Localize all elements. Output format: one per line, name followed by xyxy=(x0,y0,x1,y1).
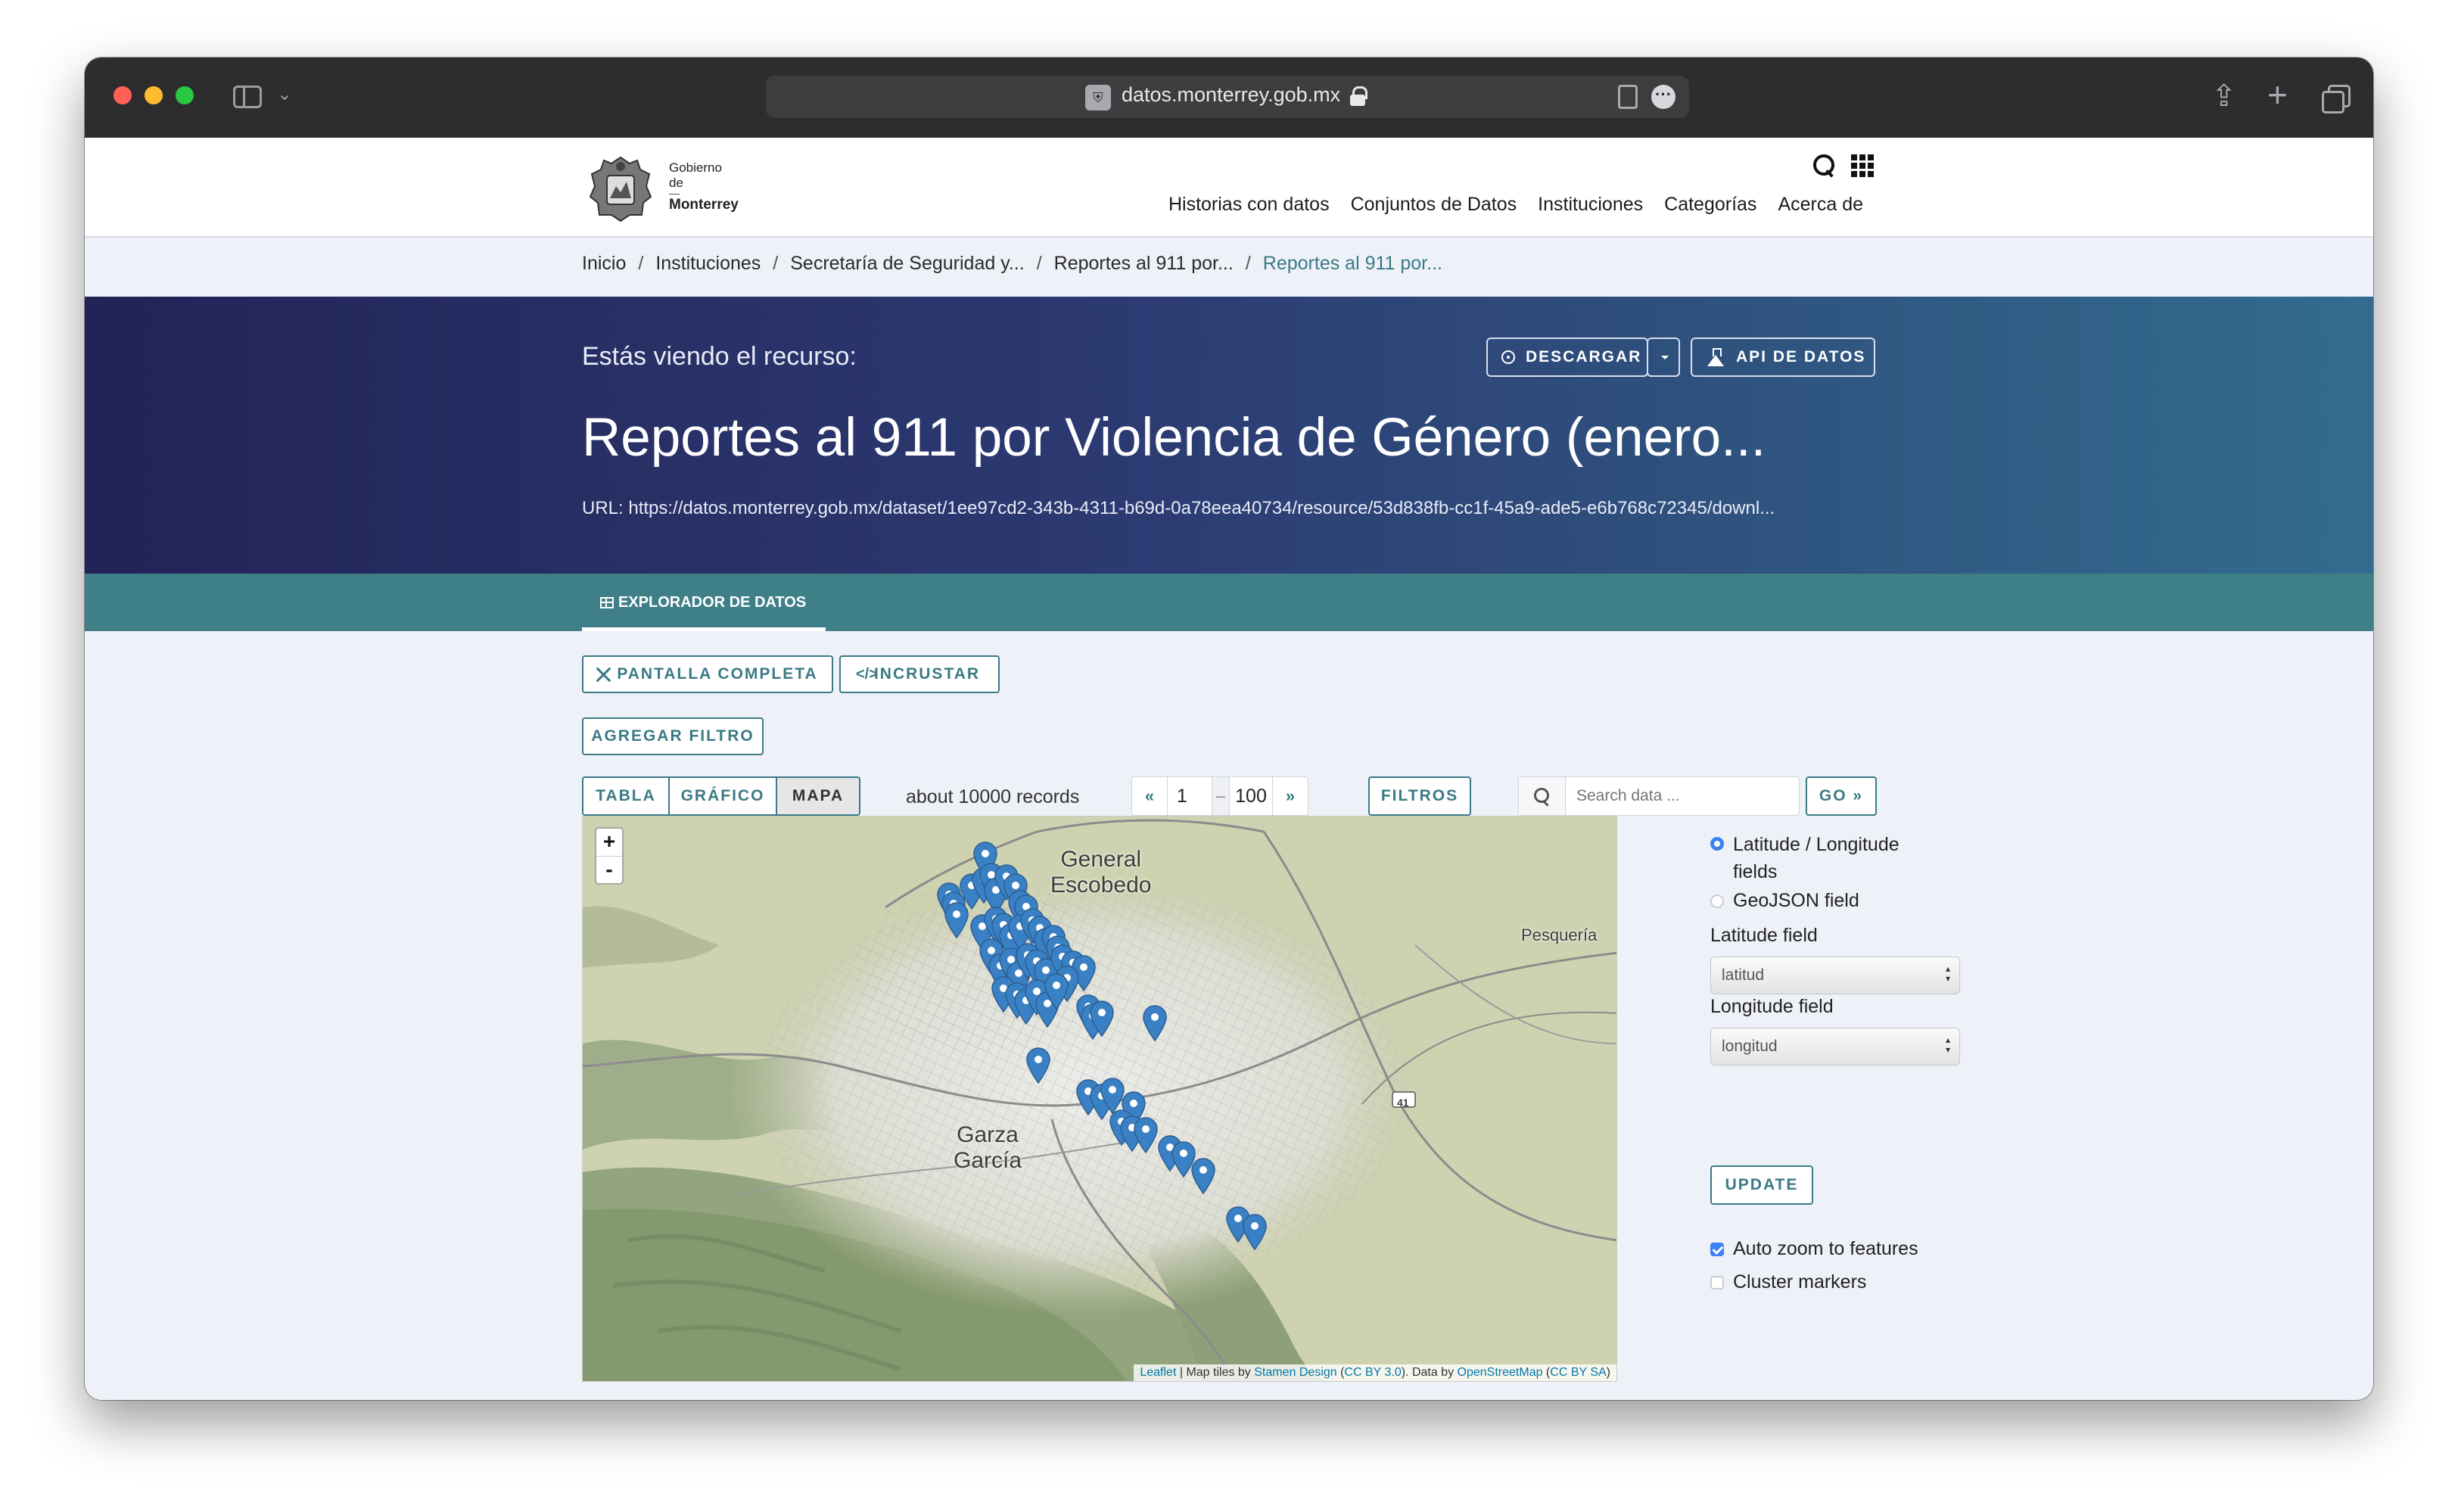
map-marker-icon[interactable] xyxy=(1190,1157,1217,1195)
nav-instituciones[interactable]: Instituciones xyxy=(1538,194,1643,216)
cc-by-sa-link[interactable]: CC BY SA xyxy=(1550,1366,1606,1379)
radio-latlon-fields[interactable] xyxy=(1710,837,1724,851)
osm-link[interactable]: OpenStreetMap xyxy=(1458,1366,1543,1379)
add-filter-button[interactable]: AGREGAR FILTRO xyxy=(582,717,764,755)
nav-conjuntos[interactable]: Conjuntos de Datos xyxy=(1351,194,1517,216)
pager: « 1 – 100 » xyxy=(1131,776,1308,816)
resource-url[interactable]: URL: https://datos.monterrey.gob.mx/data… xyxy=(582,498,1775,519)
map-marker-icon[interactable] xyxy=(1043,972,1070,1010)
view-table-button[interactable]: TABLA xyxy=(582,776,670,816)
embed-button[interactable]: </> INCRUSTAR xyxy=(839,655,1000,693)
radio-geojson-field[interactable] xyxy=(1710,894,1724,908)
new-tab-icon[interactable]: + xyxy=(2267,74,2288,115)
update-button[interactable]: UPDATE xyxy=(1710,1165,1813,1205)
nav-historias[interactable]: Historias con datos xyxy=(1168,194,1330,216)
data-search xyxy=(1518,776,1800,816)
close-window-button[interactable] xyxy=(114,86,132,104)
resource-tabbar: EXPLORADOR DE DATOS xyxy=(85,574,2373,631)
zoom-window-button[interactable] xyxy=(176,86,194,104)
pager-to-input[interactable]: 100 xyxy=(1229,777,1273,815)
download-dropdown-toggle[interactable] xyxy=(1647,338,1680,377)
expand-icon xyxy=(596,667,611,682)
sidebar-toggle-icon[interactable] xyxy=(233,86,262,108)
filters-toggle-button[interactable]: FILTROS xyxy=(1368,776,1471,816)
browser-toolbar: ⌄ ⛨ datos.monterrey.gob.mx ··· ⇪ + xyxy=(85,58,2373,138)
latitude-field-select[interactable]: latitud xyxy=(1710,957,1960,994)
coat-of-arms-logo[interactable] xyxy=(584,153,657,224)
page-title: Reportes al 911 por Violencia de Género … xyxy=(582,408,1766,468)
site-logo-text[interactable]: Gobierno de Monterrey xyxy=(669,160,739,213)
cluster-markers-label[interactable]: Cluster markers xyxy=(1733,1271,1866,1293)
map-label-escobedo: General Escobedo xyxy=(1050,847,1152,898)
map-view[interactable]: General Escobedo Pesquería Garza García 41… xyxy=(582,816,1617,1382)
map-label-garza-garcia: Garza García xyxy=(954,1122,1022,1173)
site-favicon-icon: ⛨ xyxy=(1085,85,1111,110)
pager-next-button[interactable]: » xyxy=(1273,777,1308,815)
tab-data-explorer[interactable]: EXPLORADOR DE DATOS xyxy=(582,574,826,631)
breadcrumb: Inicio / Instituciones / Secretaría de Segur… xyxy=(582,253,1442,274)
resource-hero: Estás viendo el recurso: Reportes al 911… xyxy=(85,297,2373,574)
latitude-field-label: Latitude field xyxy=(1710,925,1818,946)
radio-geojson-label[interactable]: GeoJSON field xyxy=(1733,890,1859,912)
nav-categorias[interactable]: Categorías xyxy=(1664,194,1756,216)
view-map-button[interactable]: MAPA xyxy=(776,776,860,816)
breadcrumb-inicio[interactable]: Inicio xyxy=(582,253,626,274)
nav-acerca[interactable]: Acerca de xyxy=(1778,194,1863,216)
longitude-field-label: Longitude field xyxy=(1710,996,1834,1017)
fullscreen-button[interactable]: PANTALLA COMPLETA xyxy=(582,655,833,693)
pager-prev-button[interactable]: « xyxy=(1132,777,1167,815)
minimize-window-button[interactable] xyxy=(145,86,163,104)
stamen-link[interactable]: Stamen Design xyxy=(1254,1366,1336,1379)
record-count: about 10000 records xyxy=(906,786,1080,807)
breadcrumb-current[interactable]: Reportes al 911 por... xyxy=(1263,253,1442,274)
view-chart-button[interactable]: GRÁFICO xyxy=(668,776,777,816)
auto-zoom-checkbox[interactable] xyxy=(1710,1243,1724,1256)
hero-kicker: Estás viendo el recurso: xyxy=(582,342,857,371)
more-options-icon[interactable]: ··· xyxy=(1651,85,1675,109)
zoom-in-button[interactable]: + xyxy=(596,829,622,856)
map-attribution: Leaflet | Map tiles by Stamen Design (CC… xyxy=(1134,1364,1616,1381)
breadcrumb-secretaria[interactable]: Secretaría de Seguridad y... xyxy=(790,253,1024,274)
map-marker-icon[interactable] xyxy=(1141,1004,1168,1042)
leaflet-link[interactable]: Leaflet xyxy=(1140,1366,1176,1379)
auto-zoom-label[interactable]: Auto zoom to features xyxy=(1733,1238,1918,1260)
radio-latlon-label[interactable]: Latitude / Longitude fields xyxy=(1733,831,1900,885)
download-circle-icon xyxy=(1501,350,1515,364)
zoom-control: + - xyxy=(595,827,624,885)
flask-icon xyxy=(1707,348,1724,366)
api-button[interactable]: API DE DATOS xyxy=(1691,338,1875,377)
site-header: Gobierno de Monterrey Historias con dato… xyxy=(85,138,2373,238)
address-url[interactable]: datos.monterrey.gob.mx xyxy=(1122,83,1340,107)
tab-overview-icon[interactable] xyxy=(2322,85,2351,114)
reader-mode-icon[interactable] xyxy=(1618,85,1638,109)
download-button[interactable]: DESCARGAR xyxy=(1486,338,1648,377)
search-go-button[interactable]: GO » xyxy=(1806,776,1877,816)
pager-separator: – xyxy=(1212,777,1229,815)
highway-shield-41: 41 xyxy=(1397,1097,1409,1109)
breadcrumb-instituciones[interactable]: Instituciones xyxy=(655,253,761,274)
pager-from-input[interactable]: 1 xyxy=(1167,777,1212,815)
map-marker-icon[interactable] xyxy=(1132,1116,1159,1154)
chevron-down-icon[interactable]: ⌄ xyxy=(277,83,292,105)
apps-grid-icon[interactable] xyxy=(1851,154,1874,177)
data-search-input[interactable] xyxy=(1566,777,1799,815)
table-icon xyxy=(600,597,614,608)
map-marker-icon[interactable] xyxy=(1025,1047,1052,1084)
map-label-pesqueria: Pesquería xyxy=(1521,926,1598,944)
browser-window: ⌄ ⛨ datos.monterrey.gob.mx ··· ⇪ + Gobie… xyxy=(85,58,2373,1400)
view-switcher: TABLA GRÁFICO MAPA xyxy=(582,776,860,816)
search-icon[interactable] xyxy=(1813,154,1836,177)
search-icon xyxy=(1519,777,1566,815)
map-marker-icon[interactable] xyxy=(1241,1213,1268,1251)
cc-by-link[interactable]: CC BY 3.0 xyxy=(1344,1366,1401,1379)
cluster-markers-checkbox[interactable] xyxy=(1710,1276,1724,1290)
zoom-out-button[interactable]: - xyxy=(596,856,622,883)
map-marker-icon[interactable] xyxy=(1088,1000,1115,1038)
breadcrumb-dataset[interactable]: Reportes al 911 por... xyxy=(1054,253,1234,274)
lock-icon xyxy=(1350,86,1367,106)
share-icon[interactable]: ⇪ xyxy=(2211,79,2237,114)
main-nav: Historias con datos Conjuntos de Datos I… xyxy=(1168,194,1863,216)
longitude-field-select[interactable]: longitud xyxy=(1710,1028,1960,1066)
code-icon: </> xyxy=(856,666,878,683)
